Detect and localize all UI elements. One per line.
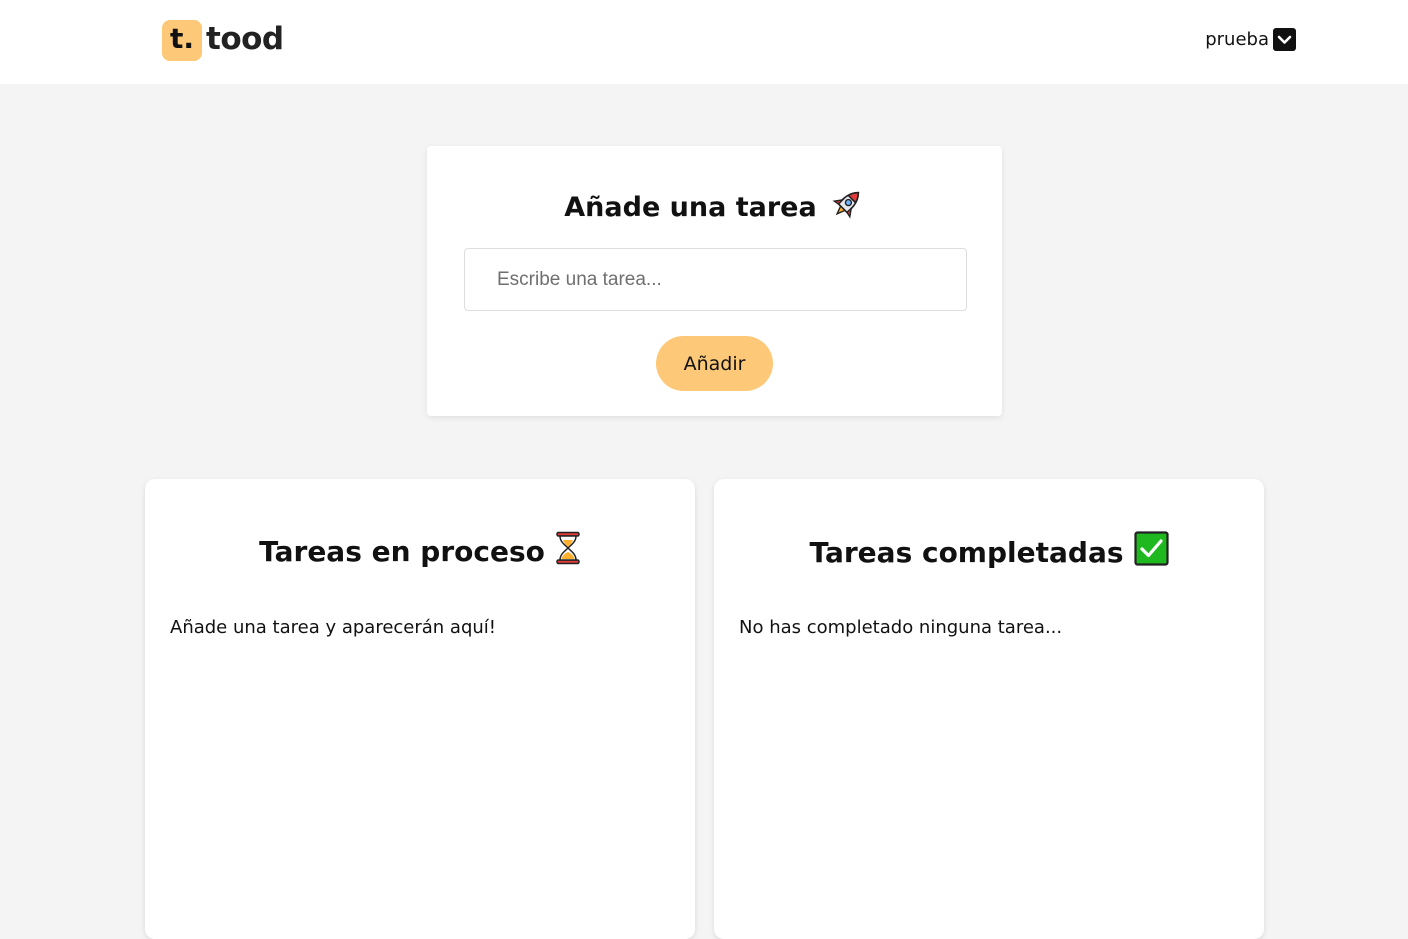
- in-progress-title-text: Tareas en proceso: [259, 535, 545, 568]
- top-navbar: t. tood prueba: [0, 0, 1408, 84]
- add-task-title-text: Añade una tarea: [564, 192, 817, 223]
- completed-empty-message: No has completado ninguna tarea...: [739, 617, 1063, 638]
- check-box-icon: [1133, 531, 1169, 573]
- add-task-button[interactable]: Añadir: [656, 336, 773, 391]
- add-task-card: Añade una tarea Añadir: [427, 146, 1002, 416]
- in-progress-panel: Tareas en proceso Añade una tarea y apar…: [145, 479, 695, 939]
- add-task-title: Añade una tarea: [427, 186, 1002, 229]
- completed-panel: Tareas completadas No has completado nin…: [714, 479, 1264, 939]
- hourglass-icon: [555, 531, 581, 572]
- user-name: prueba: [1205, 29, 1269, 50]
- in-progress-title: Tareas en proceso: [145, 531, 695, 572]
- app-logo[interactable]: t. tood: [162, 20, 284, 61]
- task-input[interactable]: [464, 248, 967, 311]
- logo-text: tood: [206, 21, 284, 57]
- in-progress-empty-message: Añade una tarea y aparecerán aquí!: [170, 617, 497, 638]
- user-menu[interactable]: prueba: [1205, 28, 1296, 51]
- rocket-icon: [829, 186, 865, 229]
- logo-badge: t.: [162, 20, 202, 61]
- completed-title: Tareas completadas: [714, 531, 1264, 573]
- completed-title-text: Tareas completadas: [809, 535, 1124, 569]
- chevron-down-icon[interactable]: [1273, 28, 1296, 51]
